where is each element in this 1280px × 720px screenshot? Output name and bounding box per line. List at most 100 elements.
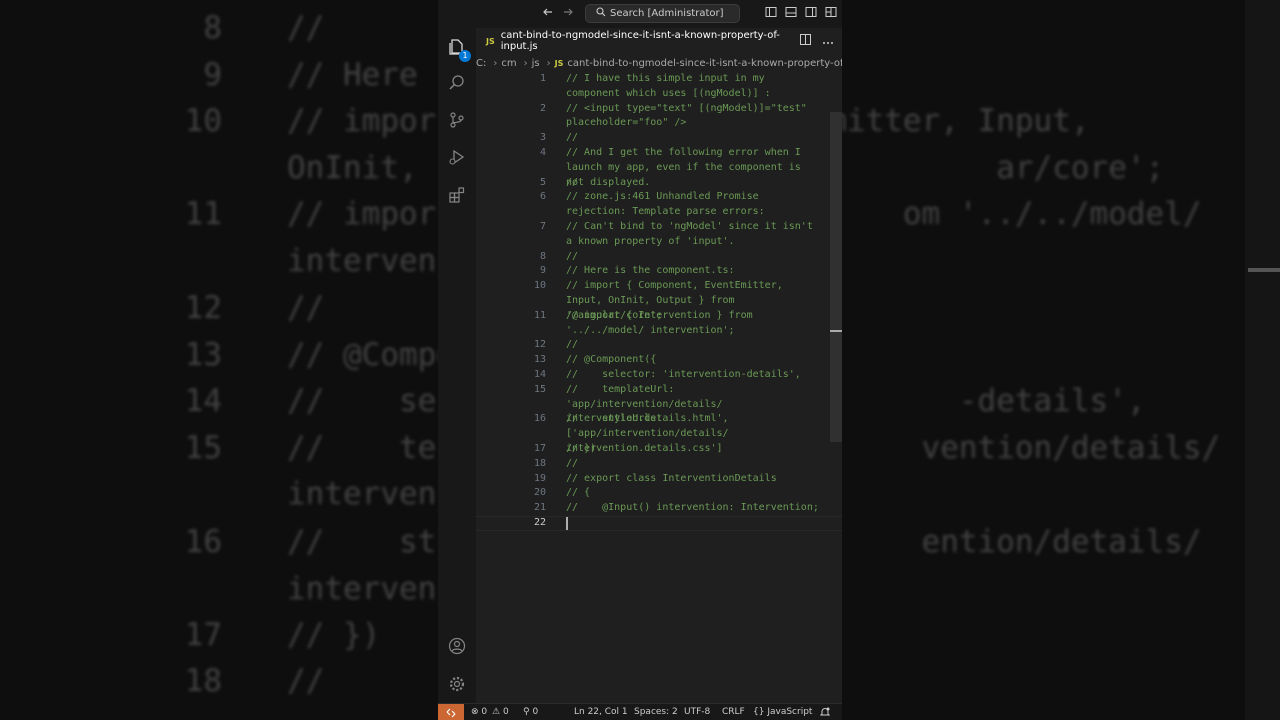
background-line-text: // }): [287, 617, 381, 653]
line-number: 19: [533, 472, 546, 484]
code-line-text: // zone.js:461 Unhandled Promise rejecti…: [566, 191, 765, 218]
settings-gear-icon[interactable]: [438, 669, 476, 699]
chevron-right-icon: ›: [523, 57, 528, 69]
line-number: 12: [533, 339, 546, 351]
run-and-debug-icon[interactable]: [438, 142, 476, 172]
extensions-icon[interactable]: [438, 180, 476, 210]
language-label: JavaScript: [767, 707, 813, 717]
line-number: 14: [533, 369, 546, 380]
breadcrumb-item-cm[interactable]: cm: [501, 58, 516, 69]
vscode-window: Search [Administrator] 1 JS cant-bind-to…: [438, 0, 842, 720]
more-actions-icon[interactable]: [822, 35, 834, 48]
status-bar: ⊗ 0 ⚠ 0 ⚲ 0 Ln 22, Col 1 Spaces: 2 UTF-8…: [438, 703, 842, 720]
tab-bar: JS cant-bind-to-ngmodel-since-it-isnt-a-…: [476, 28, 842, 54]
line-number: 5: [539, 176, 546, 188]
line-number: 8: [539, 250, 546, 262]
code-line-text: //: [566, 339, 579, 351]
command-center-search[interactable]: Search [Administrator]: [585, 4, 740, 23]
code-line-text: //: [566, 457, 579, 469]
language-mode[interactable]: {} JavaScript: [753, 707, 812, 717]
editor-tab[interactable]: JS cant-bind-to-ngmodel-since-it-isnt-a-…: [476, 28, 796, 54]
explorer-badge: 1: [459, 50, 471, 62]
background-line-text: interven: [287, 476, 437, 512]
ports-indicator[interactable]: ⚲ 0: [523, 707, 538, 717]
line-number: 17: [533, 443, 546, 454]
problems-indicator[interactable]: ⊗ 0 ⚠ 0: [471, 707, 509, 717]
code-line-text: // import { Intervention } from '../../m…: [566, 309, 759, 336]
cursor-position[interactable]: Ln 22, Col 1: [574, 707, 628, 717]
background-scroll-marker: [1248, 268, 1280, 272]
remote-indicator-button[interactable]: [438, 704, 464, 720]
background-line-number: 11: [184, 196, 222, 232]
line-number: 22: [533, 517, 546, 528]
background-line-text: // @Compo: [287, 337, 455, 373]
line-number: 9: [539, 265, 546, 277]
editor-scrollbar-thumb[interactable]: [830, 112, 842, 442]
customize-layout-icon[interactable]: [825, 6, 837, 23]
accounts-icon[interactable]: [438, 631, 476, 661]
code-line-text: // I have this simple input in my compon…: [566, 73, 771, 99]
chevron-right-icon: ›: [546, 57, 551, 69]
background-line-number: 9: [203, 57, 222, 93]
tab-filename: cant-bind-to-ngmodel-since-it-isnt-a-kno…: [500, 30, 780, 52]
search-icon: [596, 7, 606, 20]
notifications-bell-icon[interactable]: [819, 707, 831, 720]
line-number: 7: [539, 221, 546, 232]
line-number: 20: [533, 487, 546, 499]
error-icon: ⊗: [471, 707, 479, 717]
line-number: 6: [539, 191, 546, 203]
breadcrumb-item-drive[interactable]: C:: [476, 58, 486, 69]
breadcrumb: C: › cm › js › JS cant-bind-to-ngmodel-s…: [476, 54, 842, 72]
code-line-text: // export class InterventionDetails: [566, 472, 777, 484]
split-editor-icon[interactable]: [799, 34, 811, 48]
background-line-number: 18: [184, 663, 222, 699]
line-number: 1: [539, 73, 546, 84]
js-file-icon: JS: [554, 58, 564, 68]
back-arrow-icon[interactable]: [542, 6, 554, 23]
background-line-text: // Here: [287, 57, 418, 93]
title-bar: Search [Administrator]: [438, 0, 842, 28]
toggle-panel-icon[interactable]: [785, 6, 797, 23]
background-line-number: 12: [184, 290, 222, 326]
code-line-text: //: [566, 250, 579, 262]
background-line-number: 14: [184, 383, 222, 419]
activity-bar: 1: [438, 28, 476, 703]
code-line-text: // <input type="text" [(ngModel)]="test"…: [566, 102, 813, 129]
background-line-number: 15: [184, 430, 222, 466]
background-line-number: 10: [184, 103, 222, 139]
end-of-line[interactable]: CRLF: [722, 707, 745, 717]
code-line-text: //: [566, 132, 579, 144]
breadcrumb-item-js[interactable]: js: [532, 58, 540, 69]
code-editor[interactable]: 1 // I have this simple input in my compo…: [476, 72, 842, 703]
code-line-text: // @Input() intervention: Intervention;: [566, 502, 819, 514]
background-line-text: //: [287, 663, 325, 699]
line-number: 4: [539, 147, 546, 158]
warning-icon: ⚠: [492, 707, 501, 717]
background-line-text: //: [287, 290, 325, 326]
warning-count: 0: [502, 707, 509, 717]
forward-arrow-icon[interactable]: [562, 6, 574, 23]
remote-icon: [446, 708, 456, 717]
editor-actions: [799, 34, 835, 48]
line-number: 15: [533, 383, 546, 395]
toggle-primary-sidebar-icon[interactable]: [765, 6, 777, 23]
indentation[interactable]: Spaces: 2: [634, 707, 678, 717]
code-line-text: // Can't bind to 'ngModel' since it isn'…: [566, 221, 819, 247]
source-control-icon[interactable]: [438, 105, 476, 135]
scrollbar-cursor-marker: [830, 330, 842, 332]
breadcrumb-item-file[interactable]: cant-bind-to-ngmodel-since-it-isnt-a-kno…: [567, 58, 842, 69]
encoding[interactable]: UTF-8: [684, 707, 710, 717]
js-file-icon: JS: [486, 36, 495, 46]
code-line-text: // @Component({: [566, 354, 657, 366]
background-line-number: 17: [184, 617, 222, 653]
error-count: 0: [481, 707, 488, 717]
search-label: Search [Administrator]: [610, 8, 724, 19]
line-number: 2: [539, 102, 546, 114]
explorer-icon[interactable]: 1: [438, 32, 476, 62]
line-number: 10: [533, 280, 546, 292]
ports-count: 0: [532, 707, 539, 717]
line-number: 21: [533, 502, 546, 514]
toggle-secondary-sidebar-icon[interactable]: [805, 6, 817, 23]
search-view-icon[interactable]: [438, 68, 476, 98]
line-number: 11: [533, 309, 546, 321]
